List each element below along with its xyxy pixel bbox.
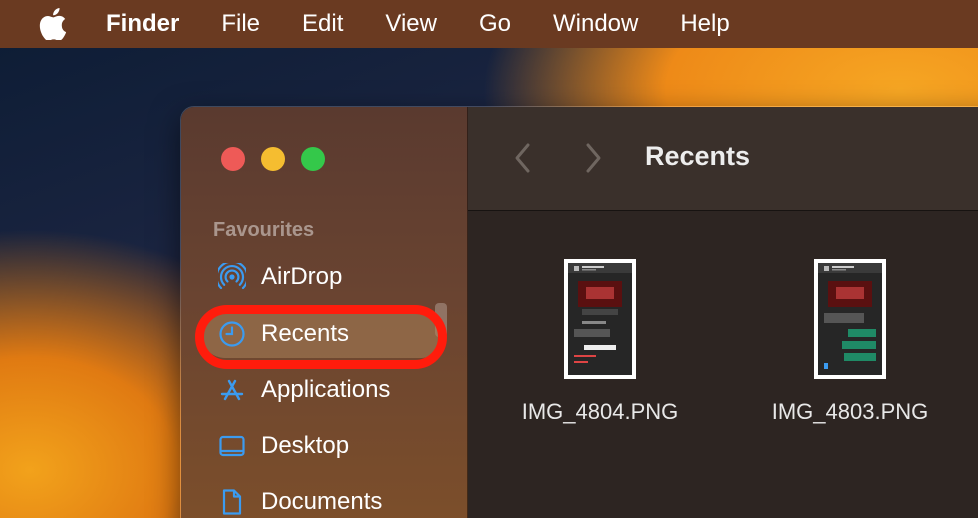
- file-thumbnail: [814, 259, 886, 379]
- applications-icon: [217, 375, 247, 405]
- menu-bar: Finder File Edit View Go Window Help: [0, 0, 978, 48]
- file-name: IMG_4804.PNG: [521, 399, 679, 424]
- content-area: Recents IMG_4804.PNG IMG_4803.PNG: [468, 107, 978, 518]
- sidebar-item-airdrop[interactable]: AirDrop: [201, 253, 445, 301]
- menu-go[interactable]: Go: [479, 0, 511, 48]
- file-item[interactable]: IMG_4803.PNG: [755, 259, 945, 425]
- window-title: Recents: [645, 141, 751, 171]
- sidebar-item-applications[interactable]: Applications: [201, 366, 445, 414]
- sidebar-item-recents[interactable]: Recents: [201, 310, 445, 358]
- chevron-right-icon[interactable]: [578, 141, 608, 175]
- file-item[interactable]: IMG_4804.PNG: [505, 259, 695, 425]
- file-name: IMG_4803.PNG: [771, 399, 929, 424]
- sidebar-item-label: Applications: [261, 376, 391, 403]
- chevron-left-icon[interactable]: [508, 141, 538, 175]
- sidebar-item-label: Documents: [261, 488, 383, 515]
- desktop-icon: [217, 431, 247, 461]
- zoom-button[interactable]: [301, 147, 325, 171]
- window-toolbar: Recents: [468, 107, 978, 211]
- menu-window[interactable]: Window: [553, 0, 638, 48]
- menu-edit[interactable]: Edit: [302, 0, 343, 48]
- sidebar-item-label: Desktop: [261, 432, 350, 459]
- document-icon: [217, 487, 247, 517]
- menu-help[interactable]: Help: [680, 0, 729, 48]
- menu-file[interactable]: File: [221, 0, 260, 48]
- sidebar: Favourites AirDrop Recents Applications …: [181, 107, 468, 518]
- menu-finder[interactable]: Finder: [106, 0, 179, 48]
- sidebar-item-label: AirDrop: [261, 263, 343, 290]
- sidebar-item-desktop[interactable]: Desktop: [201, 422, 445, 470]
- file-thumbnail: [564, 259, 636, 379]
- sidebar-section-favourites: Favourites: [213, 219, 315, 241]
- minimize-button[interactable]: [261, 147, 285, 171]
- sidebar-item-label: Recents: [261, 320, 350, 347]
- finder-window: Favourites AirDrop Recents Applications …: [180, 106, 978, 518]
- apple-logo-icon[interactable]: [38, 8, 68, 40]
- airdrop-icon: [217, 262, 247, 292]
- close-button[interactable]: [221, 147, 245, 171]
- menu-view[interactable]: View: [385, 0, 437, 48]
- clock-icon: [217, 319, 247, 349]
- window-controls: [221, 147, 325, 171]
- sidebar-item-documents[interactable]: Documents: [201, 478, 445, 518]
